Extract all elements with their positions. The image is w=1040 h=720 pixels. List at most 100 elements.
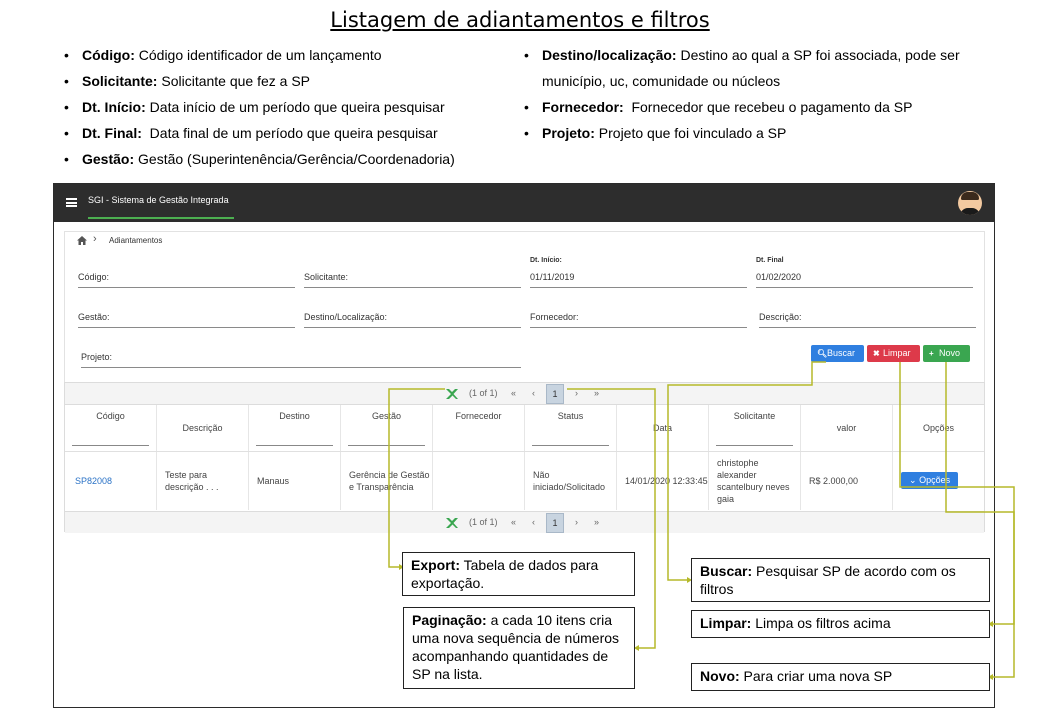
- bullet-destino: Destino/localização: Destino ao qual a S…: [522, 42, 992, 94]
- opcoes-label: Opções: [919, 475, 951, 485]
- bullet-desc: Solicitante que fez a SP: [157, 73, 311, 89]
- callout-term: Export:: [411, 557, 460, 573]
- header-descricao[interactable]: Descrição: [157, 405, 249, 451]
- bullet-desc: Projeto que foi vinculado a SP: [594, 125, 787, 141]
- next-page-link[interactable]: ›: [575, 388, 578, 398]
- codigo-field[interactable]: Código:: [78, 252, 295, 288]
- bullet-dt-final: Dt. Final: Data final de um período que …: [62, 120, 455, 146]
- cell-valor: R$ 2.000,00: [801, 452, 893, 510]
- hamburger-icon[interactable]: [66, 198, 77, 207]
- solicitante-field[interactable]: Solicitante:: [304, 252, 521, 288]
- novo-button[interactable]: + Novo: [923, 345, 970, 362]
- descricao-label: Descrição:: [759, 312, 802, 322]
- bullet-term: Gestão:: [82, 151, 135, 167]
- fornecedor-field[interactable]: Fornecedor:: [530, 292, 747, 328]
- dt-inicio-field[interactable]: Dt. Início: 01/11/2019: [530, 252, 747, 288]
- breadcrumb-separator: ›: [93, 233, 97, 245]
- header-label: Fornecedor: [455, 411, 502, 421]
- pagination-bottom: (1 of 1) « ‹ 1 › »: [65, 511, 984, 533]
- limpar-button[interactable]: ✖ Limpar: [867, 345, 920, 362]
- top-navbar: SGI - Sistema de Gestão Integrada: [54, 184, 994, 222]
- user-avatar-icon[interactable]: [958, 191, 982, 215]
- documentation-page: Listagem de adiantamentos e filtros Códi…: [0, 0, 1040, 720]
- bullet-desc: Data início de um período que queira pes…: [145, 99, 445, 115]
- bullet-term: Solicitante:: [82, 73, 158, 89]
- bullet-term: Fornecedor:: [542, 99, 624, 115]
- prev-page-link[interactable]: ‹: [532, 388, 535, 398]
- header-codigo[interactable]: Código: [65, 405, 157, 451]
- callout-term: Buscar:: [700, 563, 753, 579]
- cell-fornecedor: [433, 452, 525, 510]
- bullet-desc: Data final de um período que queira pesq…: [141, 125, 438, 141]
- doc-title: Listagem de adiantamentos e filtros: [330, 8, 710, 32]
- novo-label: Novo: [939, 348, 961, 358]
- limpar-label: Limpar: [883, 348, 911, 358]
- header-status[interactable]: Status: [525, 405, 617, 451]
- buscar-label: Buscar: [827, 348, 856, 358]
- gestao-label: Gestão:: [78, 312, 110, 322]
- header-label: Opções: [922, 423, 955, 433]
- last-page-link[interactable]: »: [594, 388, 599, 398]
- first-page-link[interactable]: «: [511, 517, 516, 527]
- home-icon[interactable]: [77, 236, 87, 245]
- descricao-field[interactable]: Descrição:: [759, 292, 976, 328]
- bullet-term: Dt. Início:: [82, 99, 146, 115]
- header-solicitante[interactable]: Solicitante: [709, 405, 801, 451]
- header-gestao[interactable]: Gestão: [341, 405, 433, 451]
- callout-term: Limpar:: [700, 615, 752, 631]
- gestao-field[interactable]: Gestão:: [78, 292, 295, 328]
- bullet-desc: Fornecedor que recebeu o pagamento da SP: [623, 99, 913, 115]
- header-label: Descrição: [182, 423, 223, 433]
- prev-page-link[interactable]: ‹: [532, 517, 535, 527]
- bullet-solicitante: Solicitante: Solicitante que fez a SP: [62, 68, 455, 94]
- cell-gestao: Gerência de Gestão e Transparência: [341, 452, 433, 510]
- header-destino[interactable]: Destino: [249, 405, 341, 451]
- page-info: (1 of 1): [469, 388, 498, 398]
- dt-inicio-label: Dt. Início:: [530, 257, 562, 264]
- dt-final-label: Dt. Final: [756, 257, 784, 264]
- excel-export-icon[interactable]: [445, 516, 459, 530]
- projeto-field[interactable]: Projeto:: [81, 332, 521, 368]
- projeto-label: Projeto:: [81, 352, 113, 362]
- header-data[interactable]: Data: [617, 405, 709, 451]
- destino-label: Destino/Localização:: [304, 312, 388, 322]
- data-table: (1 of 1) « ‹ 1 › » Código Descrição Dest…: [64, 382, 985, 533]
- dt-final-value: 01/02/2020: [756, 272, 802, 282]
- current-page[interactable]: 1: [546, 513, 564, 533]
- codigo-label: Código:: [78, 272, 110, 282]
- cell-data: 14/01/2020 12:33:45: [617, 452, 709, 510]
- opcoes-button[interactable]: ⌄ Opções: [901, 472, 958, 489]
- breadcrumb-current: Adiantamentos: [109, 236, 163, 245]
- trash-icon: ✖: [873, 349, 880, 358]
- callout-term: Novo:: [700, 668, 740, 684]
- header-label: Destino: [279, 411, 310, 421]
- dt-final-field[interactable]: Dt. Final 01/02/2020: [756, 252, 973, 288]
- callout-paginacao: Paginação: a cada 10 itens cria uma nova…: [403, 607, 635, 689]
- app-title[interactable]: SGI - Sistema de Gestão Integrada: [88, 195, 229, 205]
- current-page[interactable]: 1: [546, 384, 564, 404]
- cell-codigo[interactable]: SP82008: [65, 452, 157, 510]
- destino-field[interactable]: Destino/Localização:: [304, 292, 521, 328]
- search-icon: 🔍︎: [817, 349, 828, 358]
- cell-status: Não iniciado/Solicitado: [525, 452, 617, 510]
- header-label: Solicitante: [733, 411, 776, 421]
- callout-desc: Limpa os filtros acima: [751, 615, 891, 631]
- bullet-desc: Gestão (Superintenência/Gerência/Coorden…: [134, 151, 455, 167]
- bullet-gestao: Gestão: Gestão (Superintenência/Gerência…: [62, 146, 455, 172]
- buscar-button[interactable]: 🔍︎Buscar: [811, 345, 864, 362]
- first-page-link[interactable]: «: [511, 388, 516, 398]
- next-page-link[interactable]: ›: [575, 517, 578, 527]
- bullet-term: Projeto:: [542, 125, 595, 141]
- chevron-down-icon: ⌄: [909, 475, 917, 485]
- header-fornecedor[interactable]: Fornecedor: [433, 405, 525, 451]
- cell-descricao: Teste para descrição . . .: [157, 452, 249, 510]
- cell-solicitante: christophe alexander scantelbury neves g…: [709, 452, 801, 510]
- excel-export-icon[interactable]: [445, 387, 459, 401]
- last-page-link[interactable]: »: [594, 517, 599, 527]
- fornecedor-label: Fornecedor:: [530, 312, 579, 322]
- bullet-dt-inicio: Dt. Início: Data início de um período qu…: [62, 94, 455, 120]
- bullet-projeto: Projeto: Projeto que foi vinculado a SP: [522, 120, 992, 146]
- header-valor[interactable]: valor: [801, 405, 893, 451]
- dt-inicio-value: 01/11/2019: [530, 272, 575, 282]
- header-opcoes: Opções: [893, 405, 984, 451]
